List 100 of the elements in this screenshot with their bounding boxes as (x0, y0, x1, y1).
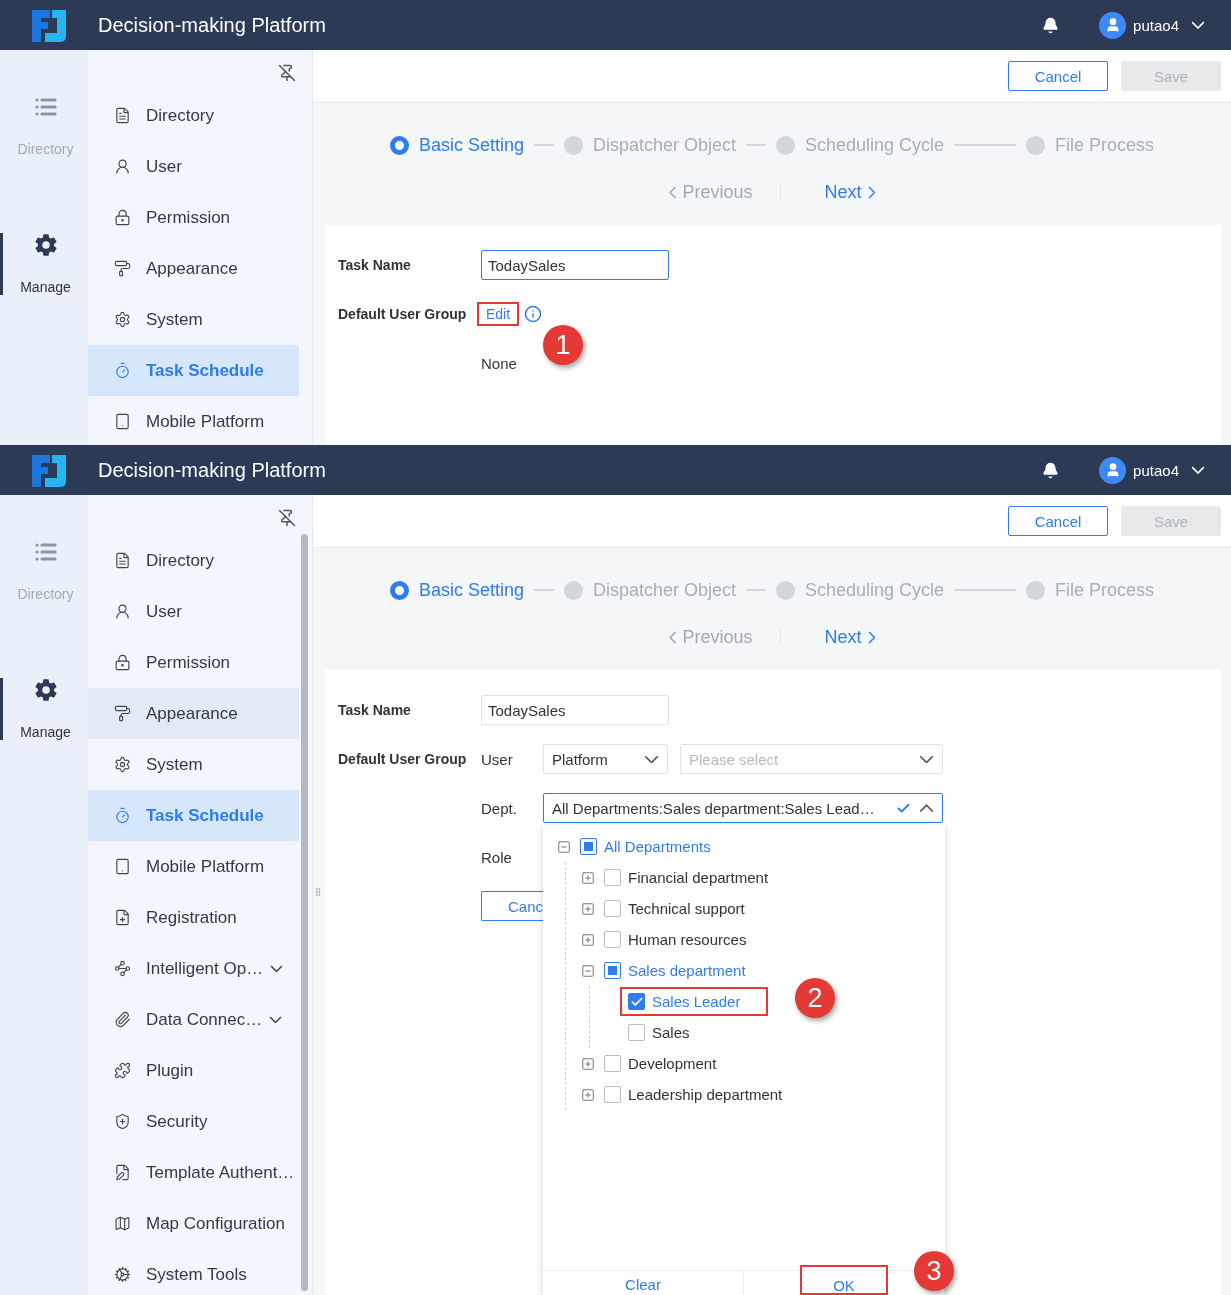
chevron-right-icon (867, 630, 876, 644)
checkbox[interactable] (604, 1055, 621, 1072)
tree-item[interactable]: All Departments (604, 838, 711, 855)
user-name[interactable]: putao4 (1133, 461, 1179, 479)
chevron-left-icon (668, 630, 677, 644)
step-marker: 1 (543, 325, 583, 365)
expand-icon[interactable] (581, 1087, 595, 1102)
bell-icon[interactable] (1042, 461, 1060, 479)
unpin-icon[interactable] (278, 509, 296, 527)
nav-item[interactable]: System (88, 739, 299, 790)
user-icon (114, 158, 131, 175)
select-field[interactable]: Platform (543, 744, 668, 774)
nav-item[interactable]: Intelligent Op… (88, 943, 299, 994)
chevron-up-icon (919, 803, 934, 813)
unpin-icon[interactable] (278, 64, 296, 82)
nav-item[interactable]: Appearance (88, 243, 299, 294)
chevron-down-icon (644, 754, 659, 764)
step-marker: 2 (795, 978, 835, 1018)
chevron-down-icon[interactable] (269, 1015, 283, 1024)
nav-item[interactable]: Directory (88, 90, 299, 141)
tree-item[interactable]: Sales Leader (652, 993, 741, 1010)
nav-item[interactable]: Plugin (88, 1045, 299, 1096)
nav-item[interactable]: Mobile Platform (88, 396, 299, 445)
next-button[interactable]: Next (824, 181, 876, 203)
nav-item[interactable]: Permission (88, 637, 299, 688)
bell-icon[interactable] (1042, 16, 1060, 34)
file-pen-icon (114, 1164, 131, 1181)
paperclip-icon (114, 1011, 131, 1028)
nav-item[interactable]: Data Connec… (88, 994, 299, 1045)
field-value: None (481, 354, 517, 372)
chevron-left-icon (668, 185, 677, 199)
chevron-down-icon[interactable] (270, 964, 284, 973)
info-icon[interactable] (524, 305, 543, 323)
scrollbar[interactable] (301, 534, 308, 1291)
timer-icon (114, 362, 131, 379)
field-label: Default User Group (338, 306, 468, 322)
next-button[interactable]: Next (824, 626, 876, 648)
paint-roller-icon (114, 260, 131, 277)
step-label[interactable]: Basic Setting (418, 134, 524, 156)
step-marker: 3 (914, 1251, 954, 1291)
chevron-down-icon (919, 754, 934, 764)
user-name[interactable]: putao4 (1133, 16, 1179, 34)
checkbox[interactable] (604, 962, 621, 979)
input-field[interactable]: TodaySales (481, 250, 669, 280)
lock-icon (114, 209, 131, 226)
nav-item[interactable]: User (88, 141, 299, 192)
field-label: Default User Group (338, 751, 468, 767)
step-label[interactable]: Basic Setting (418, 579, 524, 601)
cog-icon (114, 1266, 131, 1283)
expand-icon[interactable] (581, 870, 595, 885)
puzzle-icon (114, 1062, 131, 1079)
edit-link[interactable]: Edit (479, 304, 518, 324)
nav-item[interactable]: User (88, 586, 299, 637)
checkbox[interactable] (604, 1086, 621, 1103)
tablet-icon (114, 413, 131, 430)
tree-item[interactable]: Human resources (628, 931, 747, 948)
nav-item[interactable]: Registration (88, 892, 299, 943)
shield-icon (114, 1113, 131, 1130)
tree-item[interactable]: Leadership department (628, 1086, 783, 1103)
nav-item[interactable]: Map Configuration (88, 1198, 299, 1249)
drag-handle-icon[interactable] (313, 887, 323, 897)
field-label: User (481, 750, 514, 768)
tree-item[interactable]: Development (628, 1055, 717, 1072)
tree-item[interactable]: Financial department (628, 869, 769, 886)
tree-item[interactable]: Sales department (628, 962, 746, 979)
cancel-button[interactable]: Canc (481, 891, 544, 921)
collapse-icon[interactable] (581, 963, 595, 978)
checkbox[interactable] (604, 869, 621, 886)
collapse-icon[interactable] (557, 839, 571, 854)
nav-item[interactable]: Appearance (88, 688, 299, 739)
app-title: Decision-making Platform (98, 458, 327, 482)
tree-item[interactable]: Technical support (628, 900, 745, 917)
avatar-icon[interactable] (1099, 456, 1127, 484)
file-plus-icon (114, 909, 131, 926)
expand-icon[interactable] (581, 901, 595, 916)
checkbox[interactable] (604, 900, 621, 917)
checkbox[interactable] (604, 931, 621, 948)
field-label: Role (481, 848, 513, 866)
checkbox[interactable] (580, 838, 597, 855)
nav-item[interactable]: Directory (88, 535, 299, 586)
document-icon (114, 552, 131, 569)
checkbox[interactable] (628, 1024, 645, 1041)
expand-icon[interactable] (581, 1056, 595, 1071)
nav-item[interactable]: Permission (88, 192, 299, 243)
nodes-icon (114, 960, 131, 977)
nav-item[interactable]: System Tools (88, 1249, 299, 1295)
avatar-icon[interactable] (1099, 11, 1127, 39)
cancel-button[interactable]: Cancel (1008, 506, 1108, 536)
nav-item[interactable]: Template Authent… (88, 1147, 299, 1198)
tree-item[interactable]: Sales (652, 1024, 690, 1041)
paint-roller-icon (114, 705, 131, 722)
expand-icon[interactable] (581, 932, 595, 947)
checkbox[interactable] (628, 993, 645, 1010)
input-field[interactable]: TodaySales (481, 695, 669, 725)
dropdown-button[interactable]: OK (800, 1265, 888, 1295)
dropdown-button[interactable]: Clear (599, 1265, 687, 1295)
nav-item[interactable]: Mobile Platform (88, 841, 299, 892)
nav-item[interactable]: Security (88, 1096, 299, 1147)
cancel-button[interactable]: Cancel (1008, 61, 1108, 91)
nav-item[interactable]: System (88, 294, 299, 345)
